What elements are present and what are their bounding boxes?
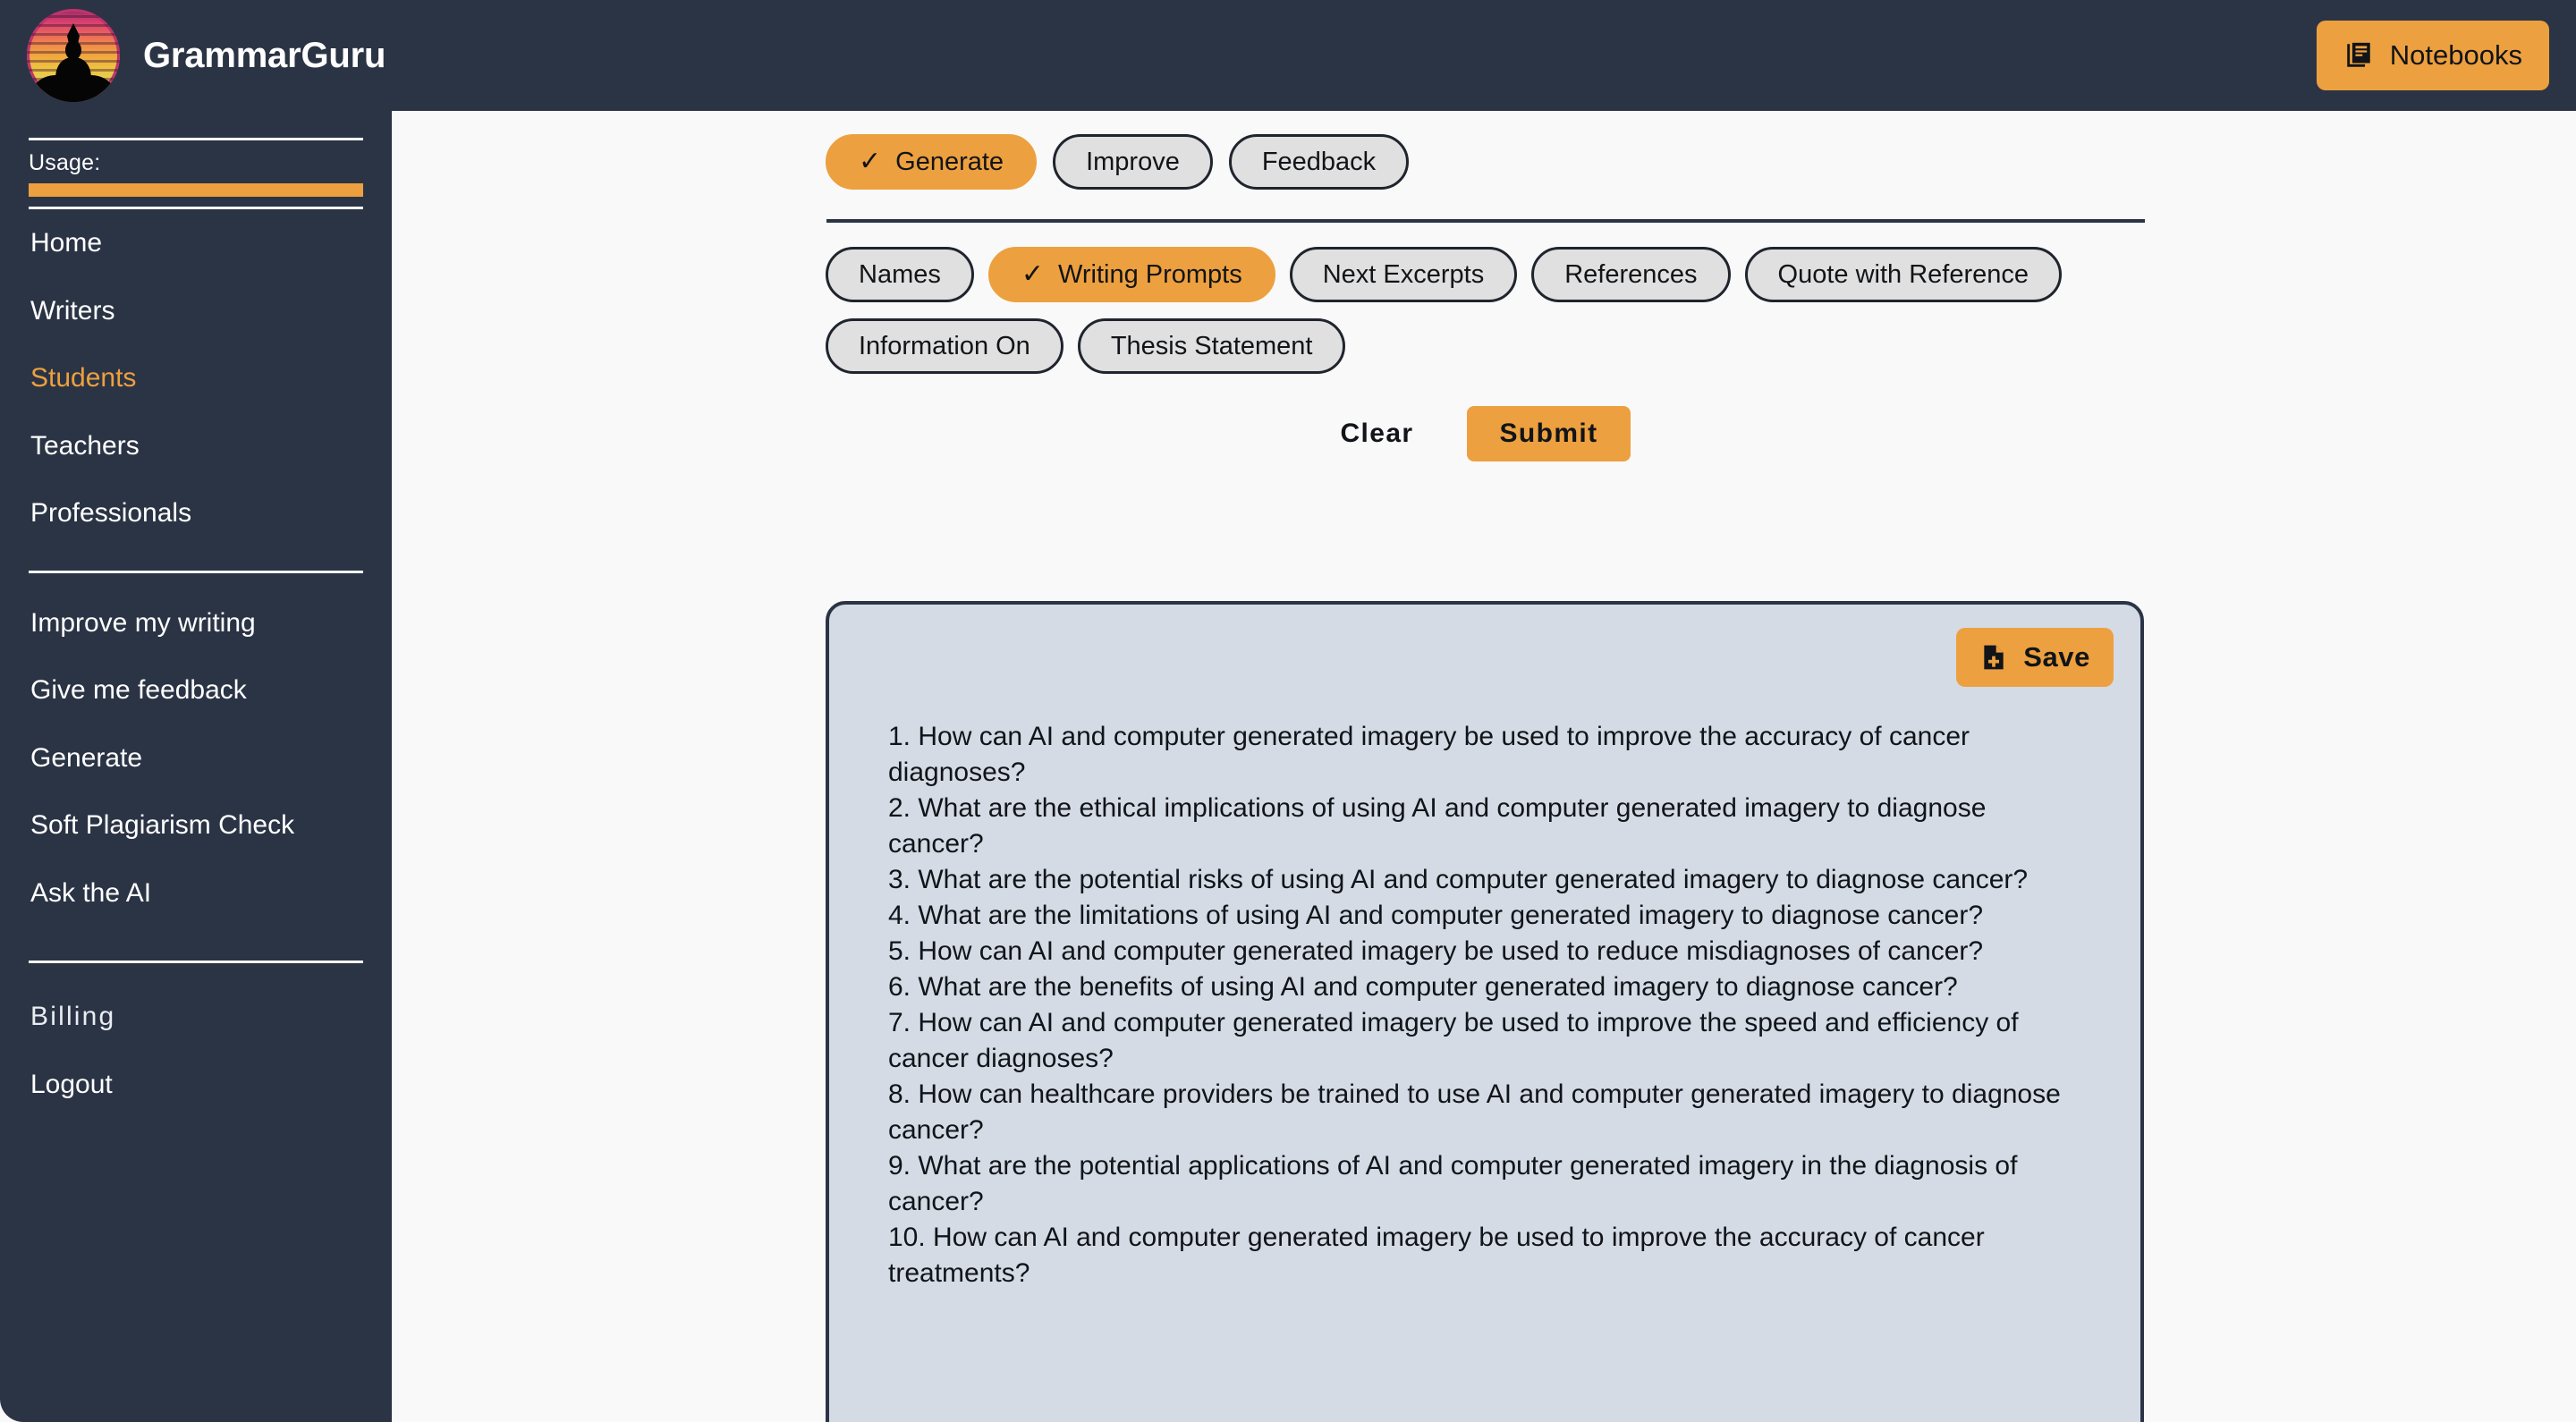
output-line: 10. How can AI and computer generated im… <box>888 1223 1985 1288</box>
top-header: GrammarGuru Notebooks <box>0 0 2576 111</box>
mode-tab-generate[interactable]: ✓ Generate <box>826 134 1038 190</box>
save-button[interactable]: Save <box>1956 628 2114 687</box>
output-line: 1. How can AI and computer generated ima… <box>888 722 1970 787</box>
sidebar-item-improve-my-writing[interactable]: Improve my writing <box>29 589 363 657</box>
output-line: 9. What are the potential applications o… <box>888 1151 2018 1216</box>
meditating-guru-sunset-logo <box>27 9 120 102</box>
type-chip-next-excerpts-label: Next Excerpts <box>1322 259 1485 289</box>
output-panel: Save 1. How can AI and computer generate… <box>826 601 2144 1422</box>
output-text: 1. How can AI and computer generated ima… <box>856 719 2114 1291</box>
type-chip-references[interactable]: References <box>1531 247 1731 302</box>
sidebar-item-teachers[interactable]: Teachers <box>29 412 363 480</box>
type-chip-quote-with-reference[interactable]: Quote with Reference <box>1744 247 2063 302</box>
action-row: Clear Submit <box>826 406 2145 461</box>
type-chip-references-label: References <box>1564 259 1698 289</box>
sidebar-item-students[interactable]: Students <box>29 344 363 412</box>
sidebar-item-generate[interactable]: Generate <box>29 724 363 792</box>
mode-tab-improve-label: Improve <box>1086 147 1180 176</box>
mode-tab-feedback-label: Feedback <box>1261 147 1377 176</box>
sidebar-divider-1 <box>29 570 363 573</box>
type-chip-writing-prompts[interactable]: ✓ Writing Prompts <box>987 247 1275 302</box>
check-icon: ✓ <box>1021 259 1044 289</box>
type-chip-information-on-label: Information On <box>859 331 1030 360</box>
notebooks-button-label: Notebooks <box>2389 39 2522 71</box>
type-chip-next-excerpts[interactable]: Next Excerpts <box>1289 247 1518 302</box>
clear-button[interactable]: Clear <box>1340 419 1413 449</box>
sidebar-item-soft-plagiarism-check[interactable]: Soft Plagiarism Check <box>29 791 363 859</box>
mode-tab-feedback[interactable]: Feedback <box>1228 134 1410 190</box>
output-line: 7. How can AI and computer generated ima… <box>888 1008 2019 1073</box>
sidebar-item-ask-the-ai[interactable]: Ask the AI <box>29 859 363 927</box>
sidebar-divider-2 <box>29 961 363 963</box>
output-panel-header: Save <box>856 628 2114 687</box>
sidebar-item-professionals[interactable]: Professionals <box>29 479 363 547</box>
usage-label: Usage: <box>29 150 101 175</box>
sidebar-item-billing[interactable]: Billing <box>29 983 363 1051</box>
notebooks-button[interactable]: Notebooks <box>2316 21 2549 90</box>
type-chip-thesis-statement[interactable]: Thesis Statement <box>1077 318 1346 374</box>
brand-name: GrammarGuru <box>143 35 386 75</box>
output-line: 5. How can AI and computer generated ima… <box>888 936 1984 966</box>
save-button-label: Save <box>2023 641 2090 673</box>
sidebar-item-home[interactable]: Home <box>29 209 363 277</box>
brand: GrammarGuru <box>0 9 386 102</box>
usage-block: Usage: <box>29 111 363 209</box>
sidebar-nav-tools: Improve my writing Give me feedback Gene… <box>29 589 363 927</box>
output-line: 6. What are the benefits of using AI and… <box>888 972 1958 1002</box>
type-chip-thesis-statement-label: Thesis Statement <box>1110 331 1313 360</box>
sidebar: Usage: Home Writers Students Teachers Pr… <box>0 111 392 1422</box>
type-chip-names[interactable]: Names <box>826 247 974 302</box>
notebooks-library-icon <box>2343 40 2374 71</box>
submit-button[interactable]: Submit <box>1467 406 1631 461</box>
app-root: GrammarGuru Notebooks Usage: Home Writer… <box>0 0 2576 1422</box>
output-line: 2. What are the ethical implications of … <box>888 793 1987 859</box>
sidebar-item-logout[interactable]: Logout <box>29 1051 363 1119</box>
sidebar-nav-account: Billing Logout <box>29 983 363 1118</box>
output-line: 4. What are the limitations of using AI … <box>888 901 1984 930</box>
type-chip-quote-with-reference-label: Quote with Reference <box>1777 259 2029 289</box>
file-plus-icon <box>1979 643 2008 672</box>
type-chip-writing-prompts-label: Writing Prompts <box>1058 259 1242 289</box>
sidebar-item-give-me-feedback[interactable]: Give me feedback <box>29 656 363 724</box>
usage-progress <box>29 183 363 197</box>
type-chip-information-on[interactable]: Information On <box>826 318 1063 374</box>
logo-silhouette <box>27 23 120 102</box>
section-divider <box>826 219 2145 223</box>
type-chip-names-label: Names <box>859 259 941 289</box>
main-content: ✓ Generate Improve Feedback Names ✓ Writ… <box>392 111 2576 1422</box>
usage-progress-fill <box>29 183 363 197</box>
mode-tab-row: ✓ Generate Improve Feedback <box>826 134 1410 190</box>
mode-tab-improve[interactable]: Improve <box>1053 134 1213 190</box>
generation-type-row: Names ✓ Writing Prompts Next Excerpts Re… <box>826 247 2158 374</box>
mode-tab-generate-label: Generate <box>895 147 1004 176</box>
output-line: 8. How can healthcare providers be train… <box>888 1079 2061 1145</box>
sidebar-nav-primary: Home Writers Students Teachers Professio… <box>29 209 363 547</box>
sidebar-item-writers[interactable]: Writers <box>29 277 363 345</box>
check-icon: ✓ <box>859 147 882 176</box>
output-line: 3. What are the potential risks of using… <box>888 865 2029 894</box>
